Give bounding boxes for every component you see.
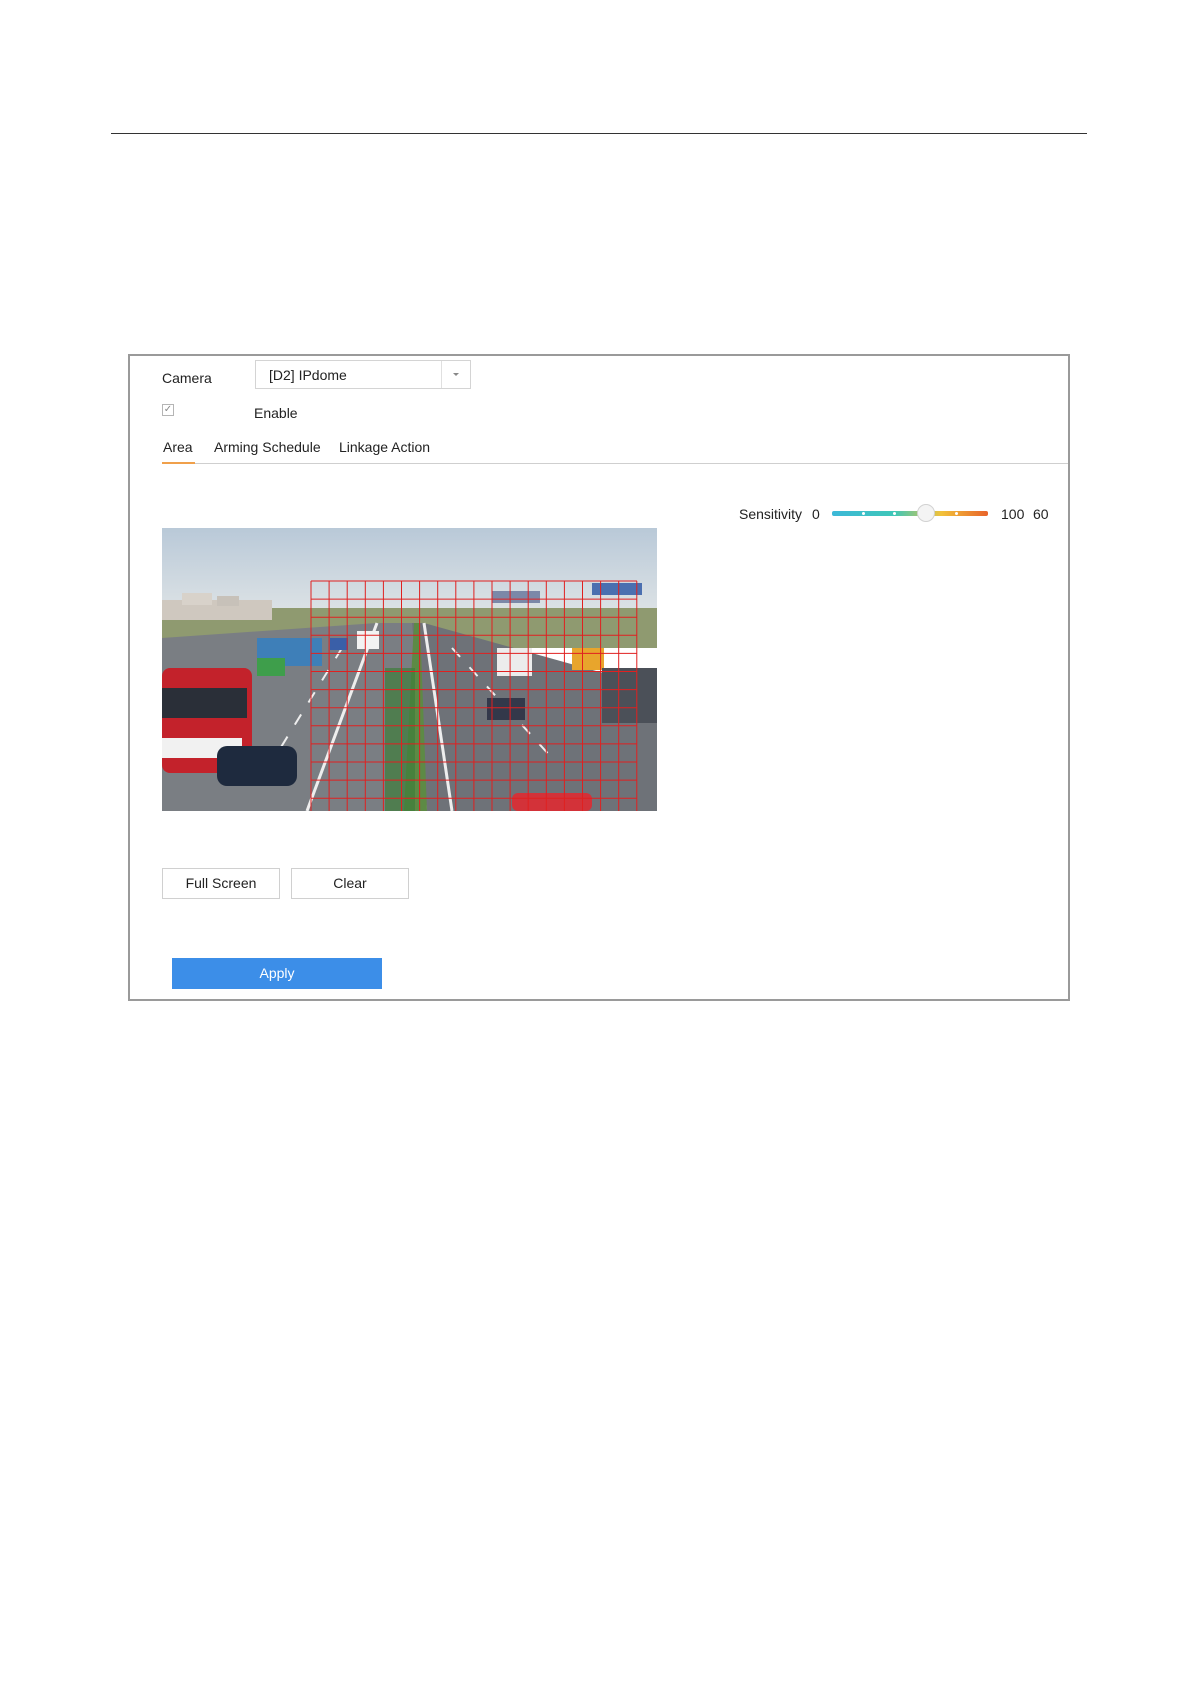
clear-button[interactable]: Clear (291, 868, 409, 899)
apply-button[interactable]: Apply (172, 958, 382, 989)
enable-checkbox[interactable]: ✓ (162, 404, 174, 416)
camera-preview-image (162, 528, 657, 811)
camera-select-arrow[interactable] (441, 361, 470, 388)
tab-area[interactable]: Area (163, 439, 193, 455)
camera-select-value: [D2] IPdome (269, 367, 347, 383)
camera-label: Camera (162, 370, 212, 386)
full-screen-button[interactable]: Full Screen (162, 868, 280, 899)
sensitivity-max-label: 100 (1001, 506, 1025, 522)
camera-preview[interactable] (162, 528, 657, 811)
tab-arming-schedule[interactable]: Arming Schedule (214, 439, 321, 455)
motion-detection-panel: Camera [D2] IPdome ✓ Enable Area Arming … (128, 354, 1070, 1001)
sensitivity-slider-handle[interactable] (916, 504, 935, 522)
active-tab-indicator (162, 462, 195, 464)
slider-tick (893, 512, 896, 515)
tabs-divider (162, 463, 1068, 464)
sensitivity-slider[interactable] (832, 504, 988, 522)
sensitivity-value: 60 (1033, 506, 1049, 522)
sensitivity-label: Sensitivity (739, 506, 803, 522)
slider-tick (862, 512, 865, 515)
slider-tick (955, 512, 958, 515)
chevron-down-icon (453, 373, 459, 376)
enable-label: Enable (254, 405, 298, 421)
camera-select[interactable]: [D2] IPdome (255, 360, 471, 389)
header-rule (111, 133, 1087, 134)
sensitivity-min-label: 0 (812, 506, 820, 522)
tab-linkage-action[interactable]: Linkage Action (339, 439, 430, 455)
